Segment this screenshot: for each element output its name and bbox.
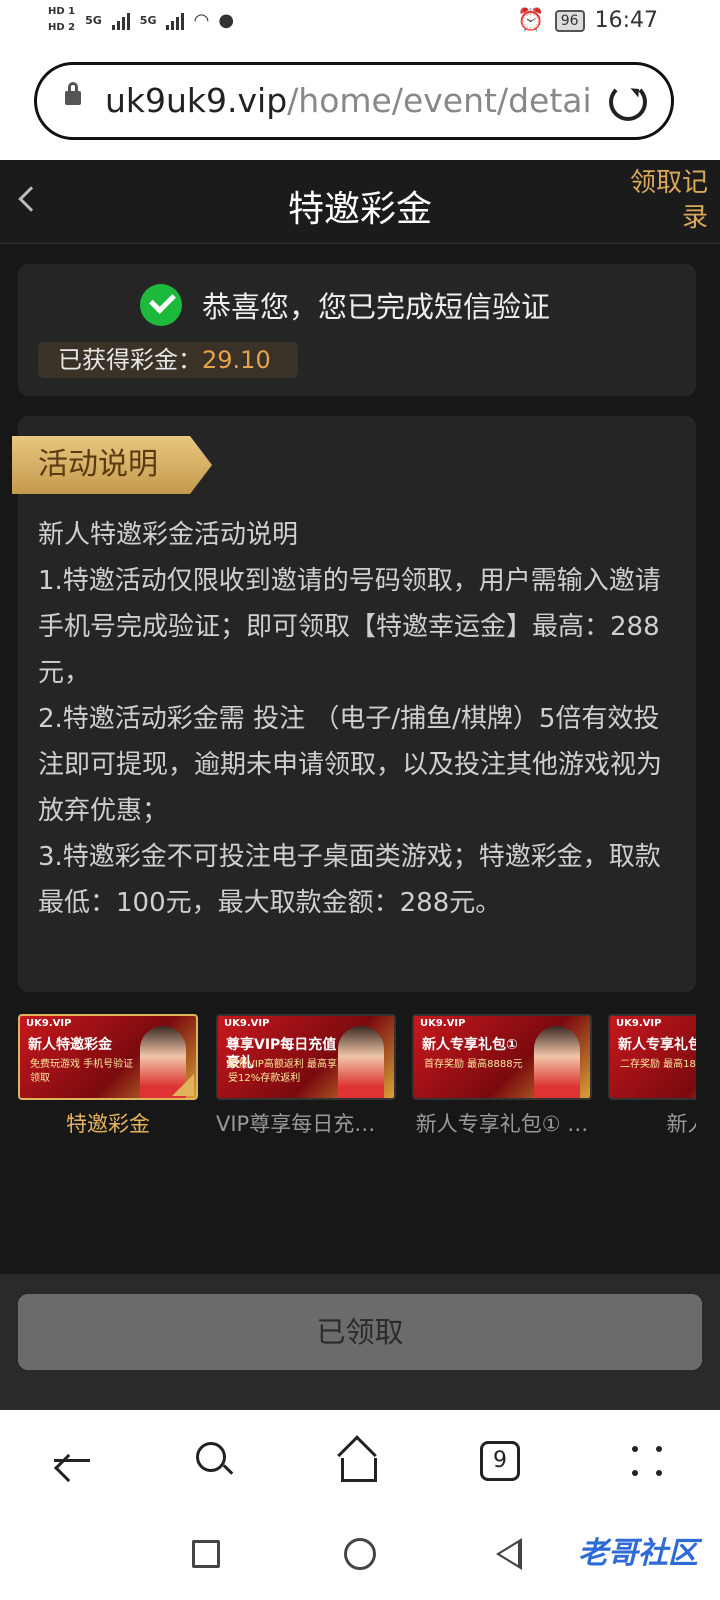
- description-line: 1.特邀活动仅限收到邀请的号码领取，用户需输入邀请手机号完成验证；即可领取【特邀…: [38, 566, 661, 688]
- promo-banner-item[interactable]: UK9.VIP 新人专享礼包① 首存奖励 最高8888元 新人专享礼包① …: [412, 1014, 592, 1138]
- banner-label: 新人专: [666, 1112, 697, 1136]
- banner-title: 新人专享礼包: [618, 1037, 696, 1053]
- back-triangle-icon[interactable]: [496, 1538, 522, 1570]
- action-bar: 已领取: [0, 1274, 720, 1410]
- promo-carousel[interactable]: UK9.VIP 新人特邀彩金 免费玩游戏 手机号验证领取 特邀彩金 UK9.VI…: [18, 1014, 696, 1138]
- signal2-icon: [166, 10, 185, 30]
- app-header: 特邀彩金 领取记录: [0, 160, 720, 244]
- verification-card: 恭喜您，您已完成短信验证 已获得彩金：29.10: [18, 264, 696, 396]
- banner-label: 新人专享礼包① …: [415, 1112, 589, 1136]
- model-illustration: [534, 1026, 580, 1098]
- message-icon: ●: [218, 9, 235, 31]
- system-nav-bar: 老哥社区: [0, 1510, 720, 1600]
- lock-icon: [65, 82, 81, 105]
- promo-banner-image[interactable]: UK9.VIP 尊享VIP每日充值豪礼 尊贵VIP高额返利 最高享受12%存款返…: [216, 1014, 396, 1100]
- url-host: uk9uk9.vip: [105, 81, 288, 120]
- check-circle-icon: [140, 284, 182, 326]
- banner-tag: UK9.VIP: [26, 1018, 72, 1029]
- hd2-label: HD 2: [48, 22, 76, 33]
- promo-banner-image[interactable]: UK9.VIP 新人特邀彩金 免费玩游戏 手机号验证领取: [18, 1014, 198, 1100]
- banner-tag: UK9.VIP: [420, 1018, 466, 1029]
- banner-title: 新人特邀彩金: [28, 1037, 112, 1053]
- hd-indicator: HD 1 HD 2: [48, 4, 75, 36]
- hd1-label: HD 1: [48, 6, 76, 17]
- home-icon[interactable]: [336, 1438, 382, 1484]
- clock: 16:47: [594, 8, 658, 33]
- claim-records-link[interactable]: 领取记录: [618, 166, 708, 236]
- recents-square-icon[interactable]: [192, 1540, 220, 1568]
- bonus-amount: 29.10: [202, 346, 271, 374]
- browser-back-icon[interactable]: [48, 1438, 94, 1484]
- banner-label: VIP尊享每日充值…: [216, 1112, 396, 1136]
- reload-icon[interactable]: [609, 83, 647, 121]
- wifi-icon: ◠: [194, 9, 209, 31]
- description-line: 3.特邀彩金不可投注电子桌面类游戏；特邀彩金，取款最低：100元，最大取款金额：…: [38, 842, 661, 918]
- bonus-badge: 已获得彩金：29.10: [38, 342, 298, 378]
- model-illustration: [338, 1026, 384, 1098]
- address-bar[interactable]: uk9uk9.vip/home/event/detai: [34, 62, 674, 140]
- banner-label: 特邀彩金: [66, 1112, 150, 1136]
- battery-icon: 96: [554, 9, 585, 32]
- verification-message: 恭喜您，您已完成短信验证: [202, 290, 551, 324]
- promo-banner-item[interactable]: UK9.VIP 新人专享礼包 二存奖励 最高1888元 新人专: [608, 1014, 696, 1138]
- search-icon[interactable]: [192, 1438, 238, 1484]
- menu-dots-icon[interactable]: [624, 1438, 670, 1484]
- browser-toolbar: uk9uk9.vip/home/event/detai: [0, 44, 720, 160]
- bonus-label: 已获得彩金：: [58, 346, 202, 374]
- tabs-count-button[interactable]: 9: [480, 1441, 520, 1481]
- activity-description-card: 活动说明 新人特邀彩金活动说明 1.特邀活动仅限收到邀请的号码领取，用户需输入邀…: [12, 416, 696, 992]
- promo-banner-item[interactable]: UK9.VIP 尊享VIP每日充值豪礼 尊贵VIP高额返利 最高享受12%存款返…: [216, 1014, 396, 1138]
- net1-label: 5G: [85, 13, 102, 27]
- alarm-icon: ⏰: [517, 8, 545, 33]
- promo-banner-image[interactable]: UK9.VIP 新人专享礼包① 首存奖励 最高8888元: [412, 1014, 592, 1100]
- signal-icon: [111, 10, 130, 30]
- description-text: 新人特邀彩金活动说明 1.特邀活动仅限收到邀请的号码领取，用户需输入邀请手机号完…: [38, 512, 668, 926]
- browser-nav-bar: 9: [0, 1410, 720, 1510]
- home-circle-icon[interactable]: [344, 1538, 376, 1570]
- banner-subtitle: 免费玩游戏 手机号验证领取: [30, 1059, 134, 1084]
- promo-banner-image[interactable]: UK9.VIP 新人专享礼包 二存奖励 最高1888元: [608, 1014, 696, 1100]
- watermark-logo: 老哥社区: [578, 1536, 698, 1571]
- banner-title: 新人专享礼包①: [422, 1037, 518, 1053]
- claimed-button[interactable]: 已领取: [18, 1294, 702, 1370]
- description-line: 2.特邀活动彩金需 投注 （电子/捕鱼/棋牌）5倍有效投注即可提现，逾期未申请领…: [38, 704, 663, 826]
- page-title: 特邀彩金: [287, 189, 432, 230]
- banner-tag: UK9.VIP: [616, 1018, 662, 1029]
- banner-subtitle: 二存奖励 最高1888元: [620, 1059, 696, 1070]
- promo-banner-item[interactable]: UK9.VIP 新人特邀彩金 免费玩游戏 手机号验证领取 特邀彩金: [18, 1014, 198, 1138]
- section-ribbon: 活动说明: [12, 436, 212, 494]
- status-bar: HD 1 HD 2 5G 5G ◠ ● ⏰ 96 16:47: [0, 0, 720, 44]
- net2-label: 5G: [139, 13, 157, 27]
- banner-subtitle: 首存奖励 最高8888元: [424, 1059, 523, 1070]
- banner-subtitle: 尊贵VIP高额返利 最高享受12%存款返利: [228, 1059, 337, 1084]
- url-path: /home/event/detai: [287, 81, 592, 120]
- url-text[interactable]: uk9uk9.vip/home/event/detai: [105, 81, 595, 120]
- description-line: 新人特邀彩金活动说明: [38, 520, 299, 550]
- banner-tag: UK9.VIP: [224, 1018, 270, 1029]
